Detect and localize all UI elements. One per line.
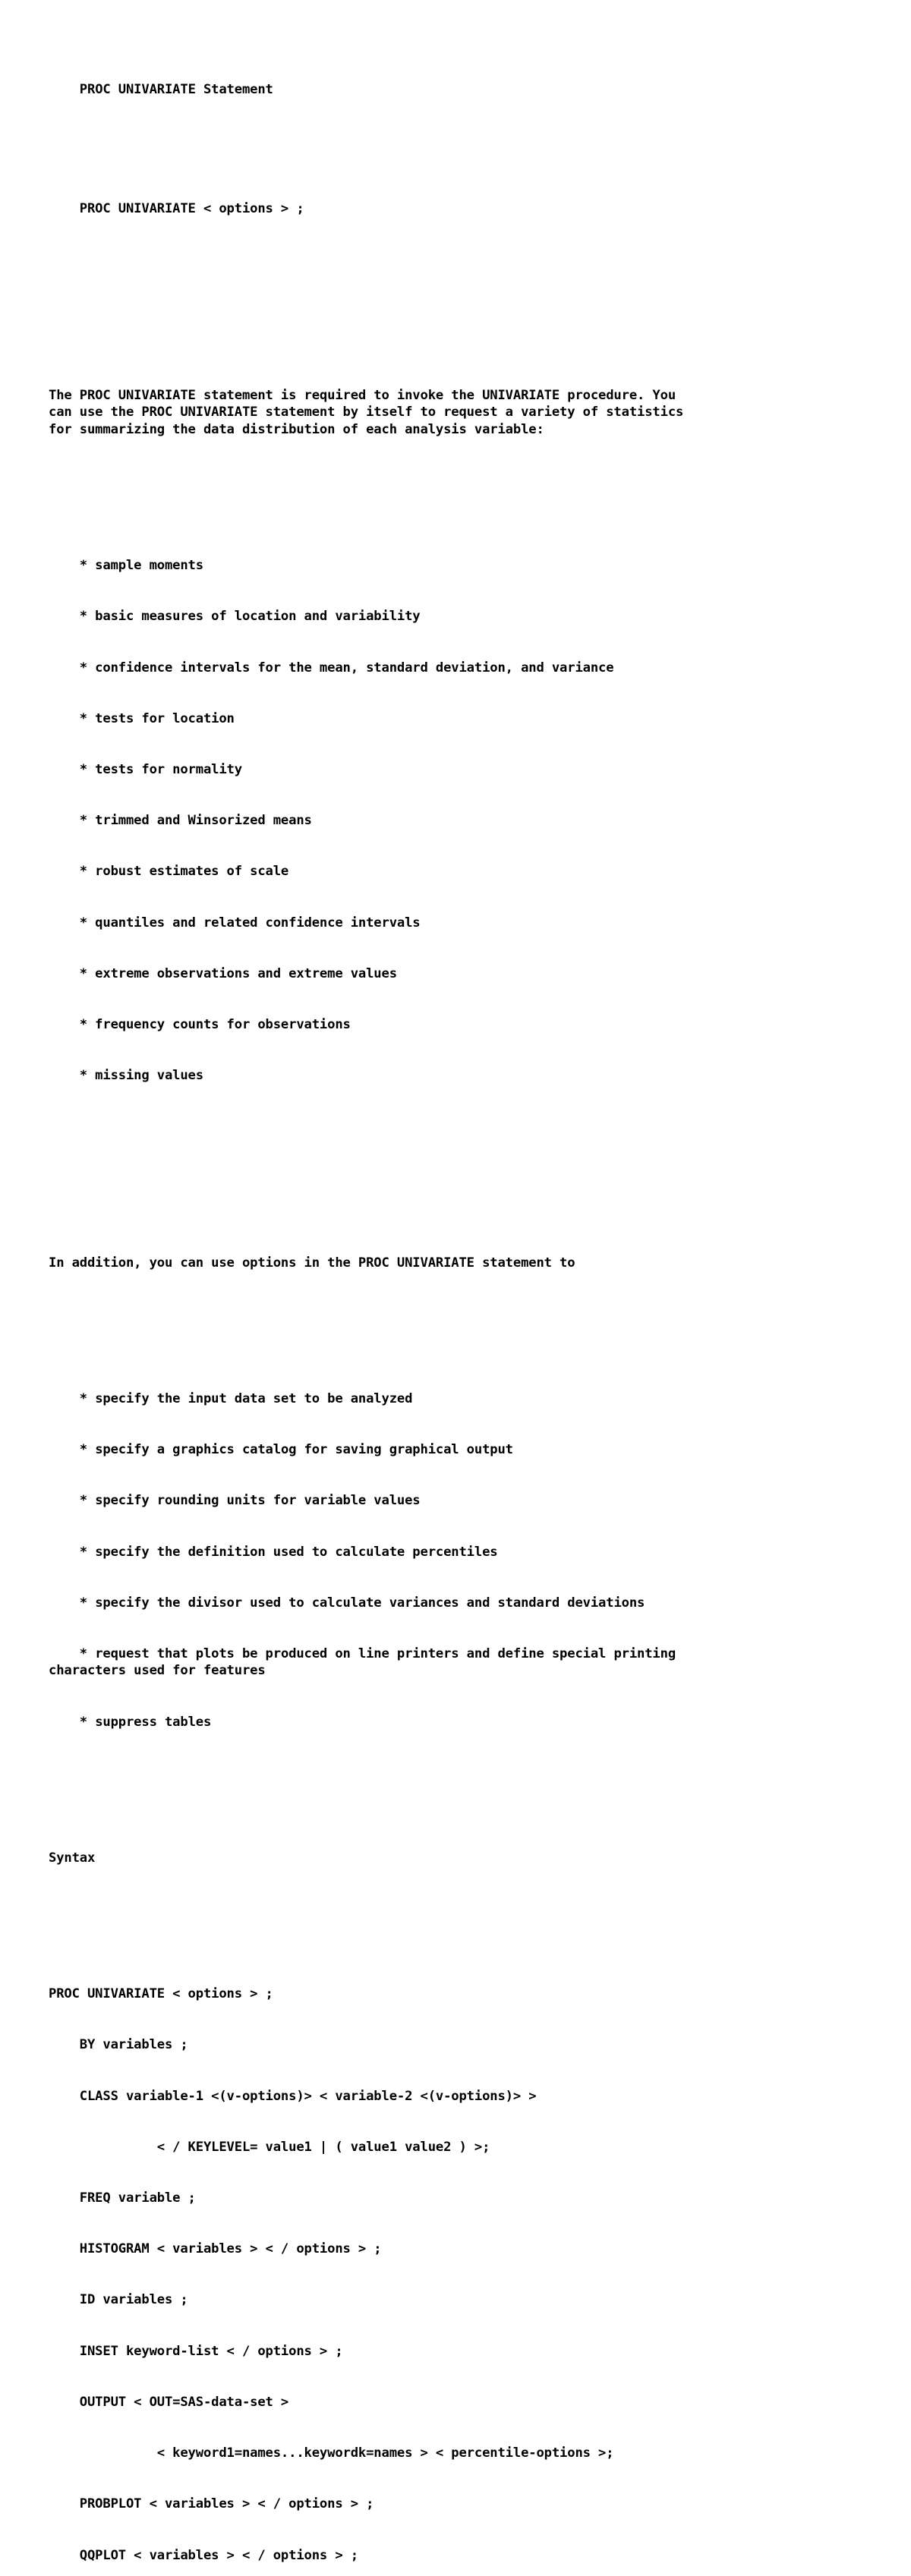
syntax-line-freq: FREQ variable ; <box>49 2190 196 2206</box>
list-item-statistics-11: * missing values <box>49 1068 203 1084</box>
syntax-line-keylevel: < / KEYLEVEL= value1 | ( value1 value2 )… <box>49 2139 490 2155</box>
list-item-options-7: * suppress tables <box>49 1714 212 1730</box>
list-item-options-5: * specify the divisor used to calculate … <box>49 1595 645 1611</box>
list-item-options-3: * specify rounding units for variable va… <box>49 1493 421 1509</box>
proc-signature: PROC UNIVARIATE < options > ; <box>49 200 304 216</box>
syntax-line-class: CLASS variable-1 <(v-options)> < variabl… <box>49 2088 537 2104</box>
syntax-line-proc: PROC UNIVARIATE < options > ; <box>49 1986 273 2002</box>
list-item-statistics-5: * tests for normality <box>49 762 242 777</box>
list-item-statistics-10: * frequency counts for observations <box>49 1017 351 1033</box>
options-intro-paragraph: In addition, you can use options in the … <box>49 1255 575 1271</box>
list-item-statistics-6: * trimmed and Winsorized means <box>49 813 312 829</box>
list-item-statistics-9: * extreme observations and extreme value… <box>49 965 397 981</box>
syntax-line-output-keywords: < keyword1=names...keywordk=names > < pe… <box>49 2445 614 2461</box>
list-item-options-6: * request that plots be produced on line… <box>49 1646 676 1679</box>
syntax-line-qqplot: QQPLOT < variables > < / options > ; <box>49 2547 358 2563</box>
list-item-statistics-2: * basic measures of location and variabi… <box>49 609 421 625</box>
list-item-statistics-4: * tests for location <box>49 710 235 726</box>
list-item-options-4: * specify the definition used to calcula… <box>49 1544 498 1560</box>
syntax-line-by: BY variables ; <box>49 2037 188 2053</box>
syntax-heading: Syntax <box>49 1850 96 1866</box>
document-page: PROC UNIVARIATE Statement PROC UNIVARIAT… <box>0 0 911 2563</box>
list-item-options-1: * specify the input data set to be analy… <box>49 1390 413 1406</box>
list-item-options-2: * specify a graphics catalog for saving … <box>49 1442 513 1458</box>
syntax-line-histogram: HISTOGRAM < variables > < / options > ; <box>49 2241 382 2257</box>
syntax-line-probplot: PROBPLOT < variables > < / options > ; <box>49 2496 374 2512</box>
list-item-statistics-1: * sample moments <box>49 558 203 574</box>
syntax-line-id: ID variables ; <box>49 2292 188 2308</box>
page-title: PROC UNIVARIATE Statement <box>79 81 273 97</box>
document-body: PROC UNIVARIATE Statement PROC UNIVARIAT… <box>49 47 865 2576</box>
syntax-line-output: OUTPUT < OUT=SAS-data-set > <box>49 2394 289 2410</box>
list-item-statistics-8: * quantiles and related confidence inter… <box>49 915 421 931</box>
list-item-statistics-3: * confidence intervals for the mean, sta… <box>49 660 614 675</box>
intro-paragraph: The PROC UNIVARIATE statement is require… <box>49 388 684 437</box>
syntax-line-inset: INSET keyword-list < / options > ; <box>49 2343 343 2359</box>
list-item-statistics-7: * robust estimates of scale <box>49 864 289 880</box>
